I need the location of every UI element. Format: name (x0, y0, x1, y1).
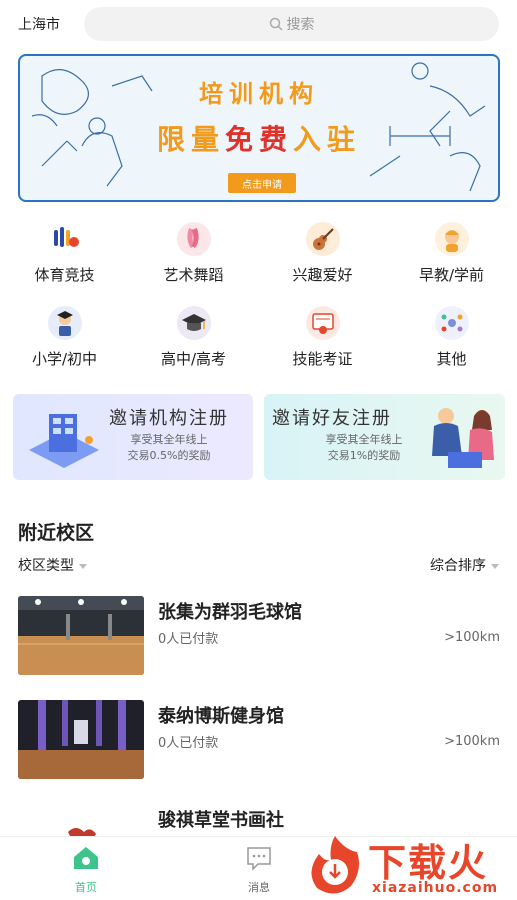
message-icon (247, 847, 271, 871)
section-title: 附近校区 (18, 522, 95, 544)
guitar-icon (305, 222, 340, 256)
watermark-title: 下载火 (368, 841, 489, 885)
venue-list-item[interactable]: 泰纳博斯健身馆 0人已付款 >100km (18, 700, 500, 780)
banner-headline: 培训机构 (199, 80, 319, 108)
category-label: 早教/学前 (418, 266, 485, 284)
caret-down-icon (79, 563, 87, 569)
category-high-school[interactable]: 高中/高考 (129, 306, 258, 369)
invite-description: 享受其全年线上 交易0.5%的奖励 (109, 432, 229, 464)
venue-paid-count: 0人已付款 (158, 736, 219, 751)
search-icon (269, 17, 283, 31)
graduation-cap-icon (176, 306, 211, 340)
flame-logo-icon (311, 836, 359, 894)
certificate-icon (305, 306, 340, 340)
venue-list-item[interactable]: 张集为群羽毛球馆 0人已付款 >100km (18, 596, 500, 676)
apply-button[interactable]: 点击申请 (228, 173, 296, 193)
venue-name: 张集为群羽毛球馆 (158, 602, 302, 623)
category-early-education[interactable]: 早教/学前 (387, 222, 516, 285)
search-placeholder: 搜索 (286, 17, 315, 33)
venue-name: 泰纳博斯健身馆 (158, 706, 284, 727)
category-label: 其他 (436, 350, 467, 368)
category-primary-middle[interactable]: 小学/初中 (0, 306, 129, 369)
search-input[interactable]: 搜索 (84, 7, 499, 41)
city-selector[interactable]: 上海市 (18, 14, 60, 34)
home-icon (74, 847, 98, 869)
venue-name: 骏祺草堂书画社 (158, 810, 284, 831)
category-label: 高中/高考 (160, 350, 227, 368)
student-icon (47, 306, 82, 340)
sort-filter[interactable]: 综合排序 (430, 555, 499, 575)
nav-label: 首页 (75, 881, 97, 894)
invite-title: 邀请好友注册 (272, 408, 392, 429)
dance-icon (176, 222, 211, 256)
other-icon (434, 306, 469, 340)
category-hobbies[interactable]: 兴趣爱好 (258, 222, 387, 285)
venue-distance: >100km (444, 630, 500, 645)
category-label: 兴趣爱好 (292, 266, 353, 284)
top-bar: 上海市 搜索 (0, 0, 517, 48)
venue-thumbnail (18, 700, 144, 779)
category-label: 体育竞技 (34, 266, 95, 284)
banner-subheadline-suffix: 入驻 (293, 123, 362, 156)
category-other[interactable]: 其他 (387, 306, 516, 369)
filter-label: 校区类型 (18, 558, 74, 574)
category-dance[interactable]: 艺术舞蹈 (129, 222, 258, 285)
nav-label: 消息 (248, 881, 270, 894)
category-label: 小学/初中 (31, 350, 98, 368)
watermark: 下载火 xiazaihuo.com (300, 830, 517, 900)
office-building-illustration (29, 414, 99, 468)
invite-institution-card[interactable]: 邀请机构注册 享受其全年线上 交易0.5%的奖励 (13, 394, 253, 480)
caret-down-icon (491, 563, 499, 569)
venue-paid-count: 0人已付款 (158, 632, 219, 647)
invite-description: 享受其全年线上 交易1%的奖励 (304, 432, 424, 464)
watermark-url: xiazaihuo.com (372, 880, 499, 896)
category-label: 技能考证 (292, 350, 353, 368)
invite-line: 享受其全年线上 (325, 433, 403, 446)
banner-subheadline-highlight: 免费 (224, 123, 293, 156)
category-sports[interactable]: 体育竞技 (0, 222, 129, 285)
invite-line: 交易1%的奖励 (327, 449, 401, 462)
invite-title: 邀请机构注册 (109, 408, 229, 429)
nav-home[interactable]: 首页 (56, 845, 116, 895)
venue-distance: >100km (444, 734, 500, 749)
filter-label: 综合排序 (430, 558, 486, 574)
sports-icon (48, 222, 82, 256)
invite-line: 交易0.5%的奖励 (127, 449, 211, 462)
invite-line: 享受其全年线上 (130, 433, 208, 446)
people-illustration (432, 408, 494, 468)
venue-thumbnail (18, 596, 144, 675)
banner-subheadline-prefix: 限量 (156, 123, 225, 156)
nav-messages[interactable]: 消息 (229, 845, 289, 895)
promo-banner[interactable]: 培训机构 限量免费入驻 点击申请 (18, 54, 500, 202)
campus-type-filter[interactable]: 校区类型 (18, 555, 87, 575)
banner-subheadline: 限量免费入驻 (20, 118, 498, 158)
category-skills-cert[interactable]: 技能考证 (258, 306, 387, 369)
invite-friend-card[interactable]: 邀请好友注册 享受其全年线上 交易1%的奖励 (264, 394, 505, 480)
baby-icon (434, 222, 469, 256)
category-label: 艺术舞蹈 (163, 266, 224, 284)
